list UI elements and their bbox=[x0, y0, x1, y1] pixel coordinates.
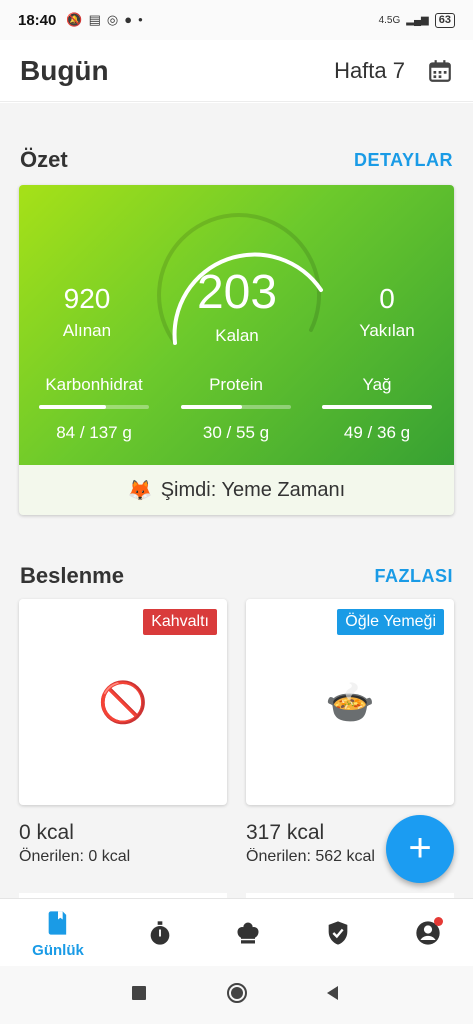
carbs-macro: Karbonhidrat 84 / 137 g bbox=[39, 375, 149, 443]
carbs-name: Karbonhidrat bbox=[45, 375, 143, 394]
signal-icon: ▂▄▆ bbox=[406, 14, 429, 26]
eaten-stat: 920 Alınan bbox=[47, 283, 127, 341]
summary-title: Özet bbox=[20, 147, 68, 172]
status-right: 4.5G ▂▄▆ 63 bbox=[378, 12, 455, 28]
nav-timer[interactable] bbox=[125, 919, 195, 952]
carbs-fill bbox=[39, 405, 107, 409]
lunch-kcal: 317 kcal bbox=[246, 821, 325, 844]
page-title: Bugün bbox=[20, 54, 109, 86]
protein-fill bbox=[181, 405, 242, 409]
more-dot-icon: • bbox=[138, 12, 143, 27]
meal-card-breakfast[interactable]: Kahvaltı 🚫 bbox=[19, 599, 227, 805]
mute-icon: 🔕 bbox=[66, 12, 83, 27]
app-icon: ● bbox=[124, 12, 133, 27]
fox-icon: 🦊 bbox=[127, 479, 153, 502]
week-label[interactable]: Hafta 7 bbox=[334, 58, 405, 84]
add-fab-button[interactable]: + bbox=[386, 815, 454, 883]
breakfast-suggested: Önerilen: 0 kcal bbox=[19, 848, 131, 865]
breakfast-kcal: 0 kcal bbox=[19, 821, 74, 844]
burned-value: 0 bbox=[379, 283, 395, 314]
remaining-stat: 203 Kalan bbox=[177, 265, 297, 346]
eaten-value: 920 bbox=[63, 283, 111, 314]
nutrition-header: Beslenme FAZLASI bbox=[20, 563, 453, 589]
app-bar: Bugün Hafta 7 bbox=[0, 40, 473, 102]
notification-icons: 🔕 ▤ ◎ ● • bbox=[66, 12, 142, 28]
notification-dot bbox=[434, 917, 443, 926]
network-label: 4.5G bbox=[378, 14, 401, 26]
summary-panel: 920 Alınan 203 Kalan 0 Yakılan Karbonhid… bbox=[19, 185, 454, 465]
stopwatch-icon bbox=[150, 921, 170, 945]
message-icon: ▤ bbox=[88, 12, 101, 27]
no-entry-icon: 🚫 bbox=[98, 681, 148, 725]
summary-card[interactable]: 920 Alınan 203 Kalan 0 Yakılan Karbonhid… bbox=[19, 185, 454, 515]
meal-card-lunch[interactable]: Öğle Yemeği 🍲 bbox=[246, 599, 454, 805]
fat-fill bbox=[322, 405, 432, 409]
burned-stat: 0 Yakılan bbox=[347, 283, 427, 341]
carbs-bar bbox=[39, 405, 149, 409]
shield-check-icon bbox=[328, 921, 348, 945]
lunch-badge: Öğle Yemeği bbox=[337, 609, 444, 635]
nav-recipes[interactable] bbox=[213, 919, 283, 952]
breakfast-badge: Kahvaltı bbox=[143, 609, 217, 635]
protein-value: 30 / 55 g bbox=[202, 423, 270, 442]
lunch-suggested: Önerilen: 562 kcal bbox=[246, 848, 375, 865]
eaten-label: Alınan bbox=[62, 321, 112, 340]
nav-profile[interactable] bbox=[393, 917, 463, 952]
home-icon[interactable] bbox=[226, 982, 248, 1004]
eat-now-label: Şimdi: Yeme Zamanı bbox=[160, 478, 346, 501]
content-area: Özet DETAYLAR 920 Alınan 203 Kalan 0 Yak… bbox=[0, 103, 473, 901]
status-time: 18:40 bbox=[18, 11, 57, 29]
stew-pot-icon: 🍲 bbox=[325, 681, 375, 725]
carbs-value: 84 / 137 g bbox=[56, 423, 132, 442]
battery-icon: 63 bbox=[434, 12, 455, 28]
diary-book-icon bbox=[48, 911, 67, 935]
chef-hat-icon bbox=[237, 922, 259, 944]
calendar-icon[interactable] bbox=[427, 58, 453, 84]
eat-now-banner[interactable]: 🦊 Şimdi: Yeme Zamanı bbox=[19, 465, 454, 515]
nav-diary-label: Günlük bbox=[32, 942, 84, 959]
nutrition-title: Beslenme bbox=[20, 563, 124, 588]
nav-diary[interactable]: Günlük bbox=[23, 909, 93, 959]
remaining-value: 203 bbox=[196, 266, 278, 319]
protein-bar bbox=[181, 405, 291, 409]
bottom-nav: Günlük bbox=[0, 898, 473, 966]
whatsapp-icon: ◎ bbox=[106, 12, 119, 27]
summary-header: Özet DETAYLAR bbox=[20, 147, 453, 173]
remaining-label: Kalan bbox=[215, 326, 259, 345]
system-nav bbox=[0, 966, 473, 1024]
back-icon[interactable] bbox=[324, 984, 342, 1002]
fat-value: 49 / 36 g bbox=[343, 423, 411, 442]
status-bar: 18:40 🔕 ▤ ◎ ● • 4.5G ▂▄▆ 63 bbox=[0, 0, 473, 40]
fat-name: Yağ bbox=[362, 375, 392, 394]
protein-name: Protein bbox=[209, 375, 263, 394]
protein-macro: Protein 30 / 55 g bbox=[181, 375, 291, 443]
nav-security[interactable] bbox=[303, 919, 373, 952]
details-link[interactable]: DETAYLAR bbox=[354, 150, 453, 171]
recent-apps-icon[interactable] bbox=[130, 984, 148, 1002]
fat-macro: Yağ 49 / 36 g bbox=[322, 375, 432, 443]
burned-label: Yakılan bbox=[359, 321, 415, 340]
fat-bar bbox=[322, 405, 432, 409]
more-link[interactable]: FAZLASI bbox=[375, 566, 454, 587]
